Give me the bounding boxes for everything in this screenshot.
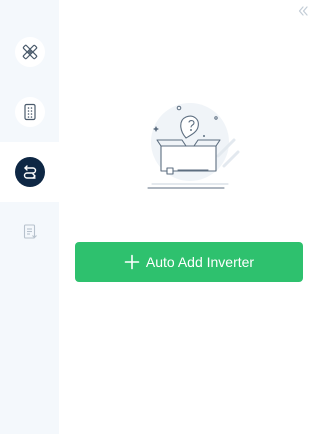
sidebar-item-log[interactable] bbox=[0, 202, 59, 262]
plus-icon bbox=[124, 254, 140, 270]
sidebar-item-connection[interactable] bbox=[0, 142, 59, 202]
sidebar-icon-wrap bbox=[14, 97, 45, 127]
sidebar-icon-wrap bbox=[14, 37, 45, 67]
sidebar-icon-wrap bbox=[15, 217, 45, 247]
double-chevron-left-icon bbox=[298, 6, 308, 16]
link-icon bbox=[23, 165, 36, 179]
sidebar bbox=[0, 0, 59, 434]
auto-add-inverter-label: Auto Add Inverter bbox=[145, 254, 255, 270]
empty-box-question-icon bbox=[147, 103, 240, 189]
empty-state-illustration bbox=[138, 96, 240, 192]
document-icon bbox=[23, 224, 37, 239]
sidebar-item-settings[interactable] bbox=[0, 22, 59, 82]
auto-add-inverter-button[interactable]: Auto Add Inverter bbox=[75, 242, 303, 282]
tools-icon bbox=[22, 44, 37, 60]
sidebar-icon-wrap bbox=[14, 157, 45, 187]
sidebar-item-device[interactable] bbox=[0, 82, 59, 142]
device-icon bbox=[23, 103, 36, 121]
collapse-panel-button[interactable] bbox=[296, 4, 310, 18]
